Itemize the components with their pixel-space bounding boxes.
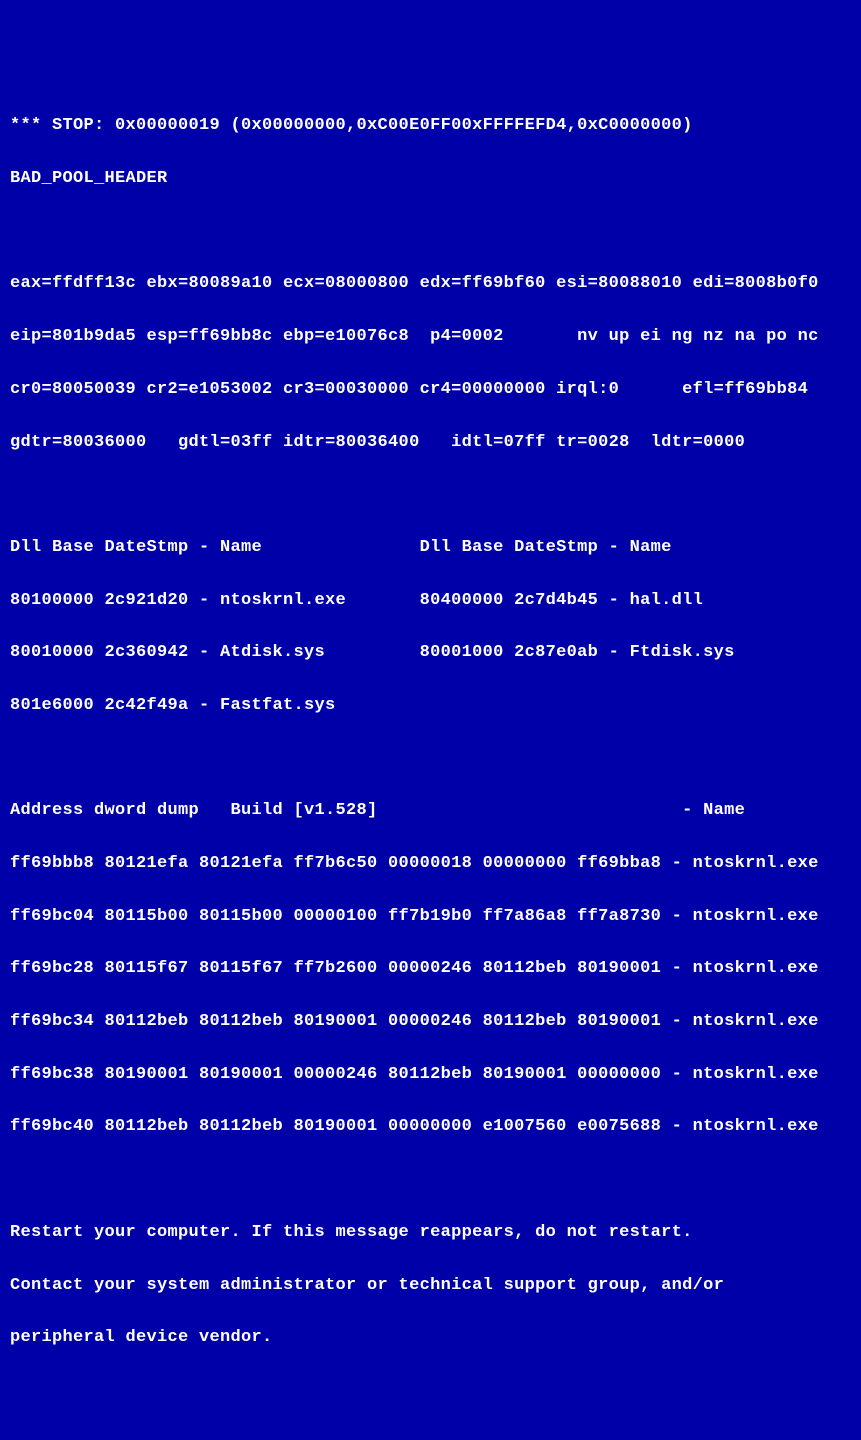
dump-row: ff69bc04 80115b00 80115b00 00000100 ff7b… [10, 904, 851, 930]
dll-row: 80100000 2c921d20 - ntoskrnl.exe 8040000… [10, 588, 851, 614]
dump-row: ff69bc28 80115f67 80115f67 ff7b2600 0000… [10, 956, 851, 982]
dll-row: 80010000 2c360942 - Atdisk.sys 80001000 … [10, 640, 851, 666]
dump-row: ff69bbb8 80121efa 80121efa ff7b6c50 0000… [10, 851, 851, 877]
blank-line [10, 219, 851, 245]
dump-header: Address dword dump Build [v1.528] - Name [10, 798, 851, 824]
dll-header: Dll Base DateStmp - Name Dll Base DateSt… [10, 535, 851, 561]
footer-line-3: peripheral device vendor. [10, 1325, 851, 1351]
register-line-1: eax=ffdff13c ebx=80089a10 ecx=08000800 e… [10, 271, 851, 297]
dll-row: 801e6000 2c42f49a - Fastfat.sys [10, 693, 851, 719]
stop-code-line: *** STOP: 0x00000019 (0x00000000,0xC00E0… [10, 113, 851, 139]
register-line-2: eip=801b9da5 esp=ff69bb8c ebp=e10076c8 p… [10, 324, 851, 350]
blank-line [10, 1167, 851, 1193]
blank-line [10, 482, 851, 508]
footer-line-1: Restart your computer. If this message r… [10, 1220, 851, 1246]
register-line-4: gdtr=80036000 gdtl=03ff idtr=80036400 id… [10, 430, 851, 456]
error-name: BAD_POOL_HEADER [10, 166, 851, 192]
dump-row: ff69bc38 80190001 80190001 00000246 8011… [10, 1062, 851, 1088]
dump-row: ff69bc40 80112beb 80112beb 80190001 0000… [10, 1114, 851, 1140]
footer-line-2: Contact your system administrator or tec… [10, 1273, 851, 1299]
register-line-3: cr0=80050039 cr2=e1053002 cr3=00030000 c… [10, 377, 851, 403]
blank-line [10, 746, 851, 772]
dump-row: ff69bc34 80112beb 80112beb 80190001 0000… [10, 1009, 851, 1035]
